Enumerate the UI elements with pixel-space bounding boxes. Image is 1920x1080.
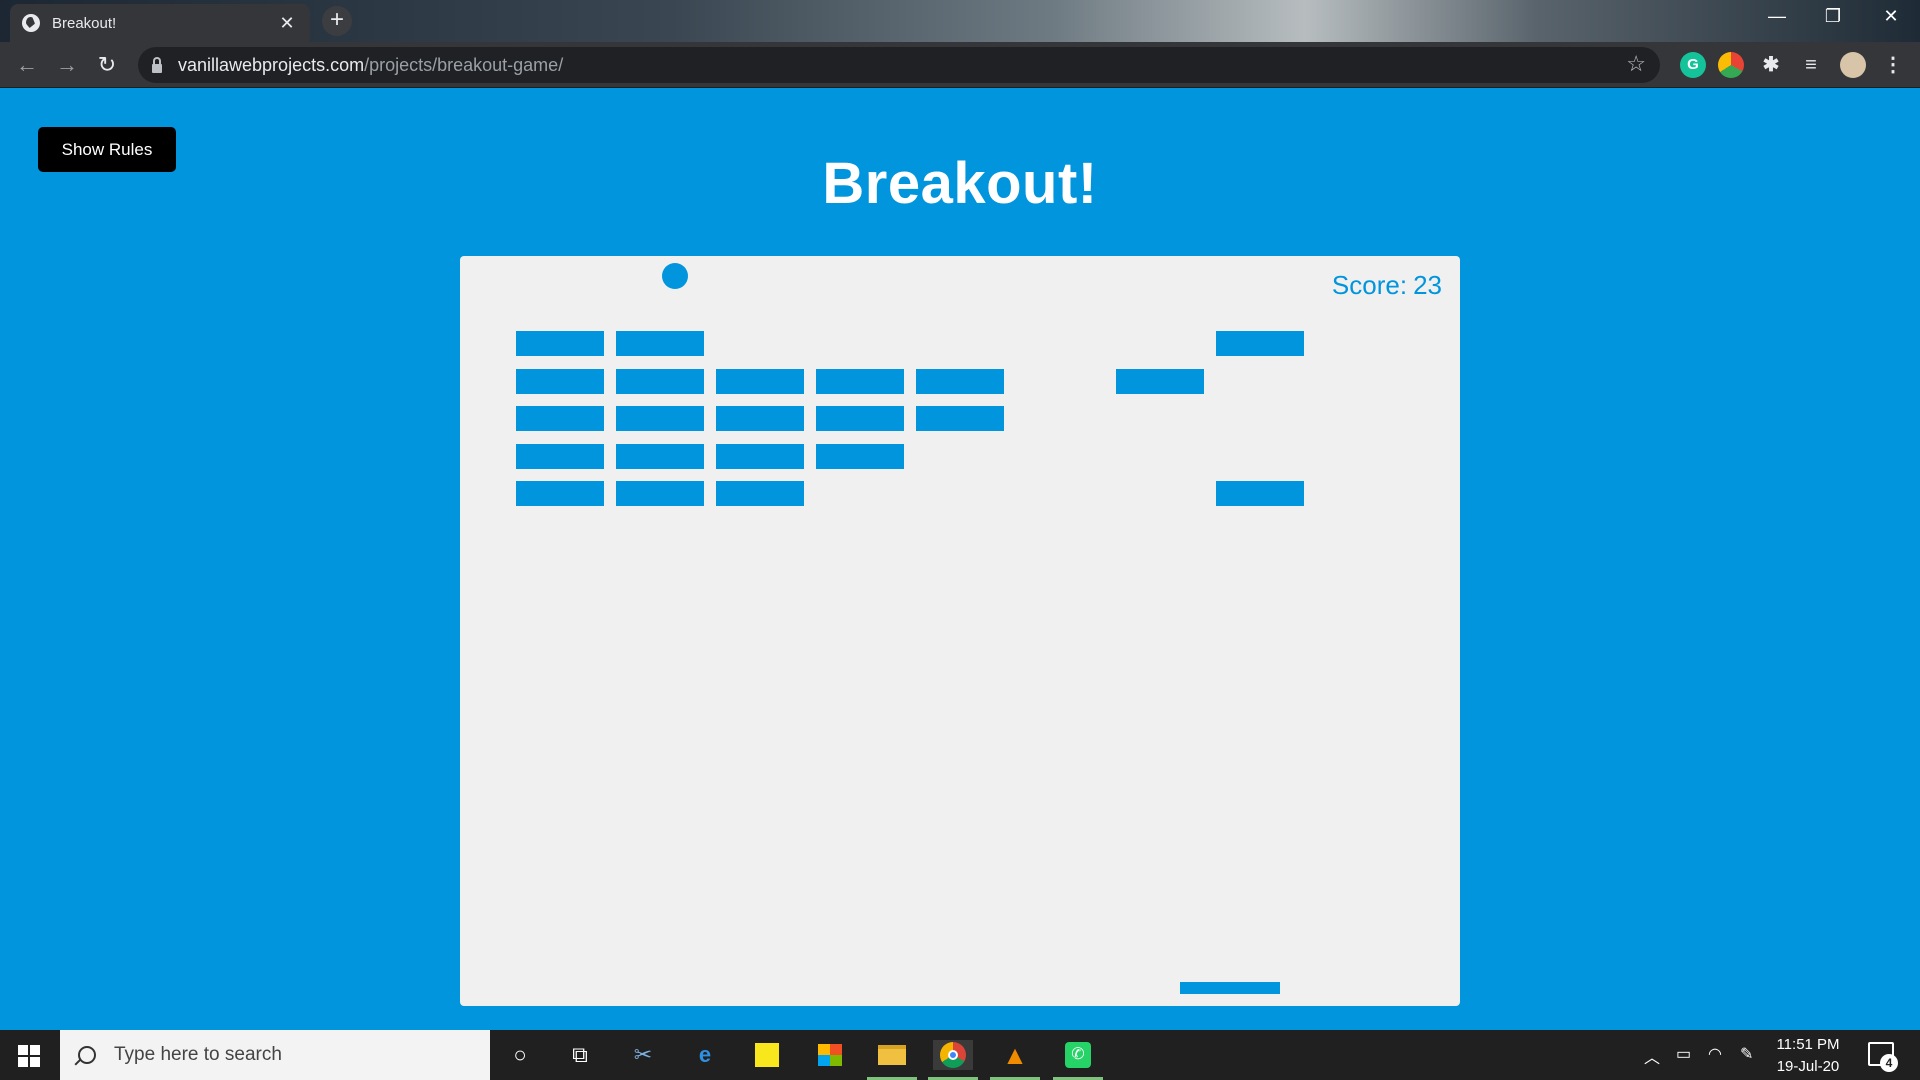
tray-chevron-icon[interactable]: ︿ [1644,1044,1660,1068]
page-title: Breakout! [822,151,1098,216]
browser-tab[interactable]: Breakout! ✕ [10,4,310,42]
brick-r3-c3 [816,443,904,469]
snip-sketch-icon[interactable]: ✂ [628,1040,658,1070]
brick-r2-c1 [616,406,704,431]
restore-button[interactable]: ❐ [1818,6,1848,27]
extensions-puzzle-icon[interactable]: ✱ [1758,52,1784,78]
bookmark-star-icon[interactable]: ☆ [1626,51,1646,77]
forward-icon[interactable]: → [52,51,82,79]
search-icon [78,1046,96,1064]
brick-r4-c0 [516,481,604,506]
brick-r4-c2 [716,481,804,506]
taskbar-search-box[interactable]: Type here to search [60,1030,490,1080]
brick-r2-c0 [516,406,604,431]
score-display: Score: 23 [1332,270,1442,301]
brick-r1-c0 [516,368,604,394]
brick-r4-c7 [1216,481,1304,506]
taskbar-clock[interactable]: 11:51 PM 19-Jul-20 [1768,1034,1848,1078]
score-label: Score: [1331,270,1408,300]
chrome-icon[interactable] [933,1040,973,1070]
new-tab-button[interactable]: + [322,6,352,36]
sticky-notes-icon[interactable] [752,1040,782,1070]
clock-date: 19-Jul-20 [1776,1058,1840,1075]
brick-r0-c1 [616,331,704,356]
brick-r1-c1 [616,368,704,394]
brick-r1-c2 [716,368,804,394]
windows-taskbar: Type here to search ○ ⧉ ✂ e ▲ ✆ ︿ ▭ ◠ ✎ … [0,1030,1920,1080]
menu-kebab-icon[interactable]: ⋮ [1880,52,1906,78]
address-bar[interactable]: vanillawebprojects.com /projects/breakou… [138,47,1660,83]
windows-start-icon[interactable] [18,1045,40,1067]
file-explorer-icon[interactable] [877,1040,907,1070]
clock-time: 11:51 PM [1776,1036,1840,1053]
url-host: vanillawebprojects.com [178,54,365,75]
brick-r1-c6 [1116,368,1204,394]
pen-icon[interactable]: ✎ [1740,1044,1753,1064]
battery-icon[interactable]: ▭ [1676,1044,1691,1064]
brick-r0-c0 [516,331,604,356]
close-window-button[interactable]: ✕ [1876,6,1906,27]
brick-r0-c7 [1216,331,1304,356]
brick-r3-c2 [716,443,804,469]
tab-close-icon[interactable]: ✕ [276,13,298,34]
wifi-icon[interactable]: ◠ [1708,1044,1722,1064]
notification-count-badge: 4 [1880,1054,1898,1072]
brick-r1-c3 [816,368,904,394]
edge-browser-icon[interactable]: e [690,1040,720,1070]
cortana-icon[interactable]: ○ [505,1040,535,1070]
whatsapp-icon[interactable]: ✆ [1063,1040,1093,1070]
url-path: /projects/breakout-game/ [364,54,564,75]
lock-icon [152,56,162,73]
brick-r2-c2 [716,406,804,431]
brick-r3-c1 [616,443,704,469]
search-placeholder: Type here to search [114,1044,282,1065]
brick-r1-c4 [916,368,1004,394]
game-canvas[interactable]: Score: 23 [460,256,1460,1006]
profile-avatar[interactable] [1840,52,1866,78]
brick-r3-c0 [516,443,604,469]
brick-r2-c4 [916,406,1004,431]
media-playlist-icon[interactable]: ≡ [1798,52,1824,78]
brick-r2-c3 [816,406,904,431]
grammarly-extension-icon[interactable]: G [1680,52,1706,78]
browser-toolbar: ← → ↻ vanillawebprojects.com /projects/b… [0,42,1920,88]
ball [662,263,688,289]
paddle[interactable] [1180,982,1280,994]
globe-icon [22,14,40,32]
minimize-button[interactable]: — [1762,6,1792,27]
score-value: 23 [1413,270,1442,300]
reload-icon[interactable]: ↻ [92,51,122,79]
tab-title: Breakout! [52,14,117,32]
brick-r4-c1 [616,481,704,506]
vlc-icon[interactable]: ▲ [1000,1040,1030,1070]
task-view-icon[interactable]: ⧉ [565,1040,595,1070]
color-extension-icon[interactable] [1718,52,1744,78]
back-icon[interactable]: ← [12,51,42,79]
microsoft-store-icon[interactable] [815,1040,845,1070]
browser-tab-strip: Breakout! ✕ + — ❐ ✕ [0,0,1920,42]
